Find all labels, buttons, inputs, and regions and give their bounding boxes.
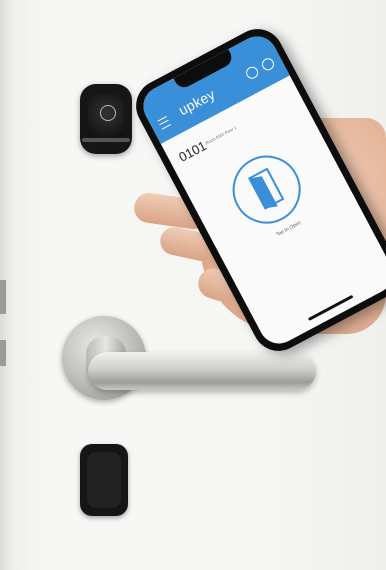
reader-face xyxy=(88,94,124,142)
smart-lock-photo: upkey 0101 Room 0101 Floor 1 Tap to Open xyxy=(0,0,386,570)
cylinder-face xyxy=(87,452,121,508)
reader-brand-strip xyxy=(82,138,130,142)
door-hinge xyxy=(0,280,6,314)
lock-name: 0101 xyxy=(176,138,209,165)
phone-icon[interactable] xyxy=(243,64,261,81)
phone-screen: upkey 0101 Room 0101 Floor 1 Tap to Open xyxy=(136,29,386,351)
smartphone: upkey 0101 Room 0101 Floor 1 Tap to Open xyxy=(126,20,386,360)
lock-cylinder xyxy=(80,444,128,516)
app-title: upkey xyxy=(175,85,218,119)
settings-icon[interactable] xyxy=(259,56,277,73)
lock-reader xyxy=(80,84,132,154)
door-lever-handle xyxy=(88,352,316,390)
fingerprint-icon xyxy=(100,105,116,121)
menu-icon[interactable] xyxy=(157,116,172,130)
app-header: upkey xyxy=(136,29,290,144)
lock-subtitle: Room 0101 Floor 1 xyxy=(204,124,238,146)
door-hinge xyxy=(0,340,6,366)
home-indicator xyxy=(307,294,354,321)
